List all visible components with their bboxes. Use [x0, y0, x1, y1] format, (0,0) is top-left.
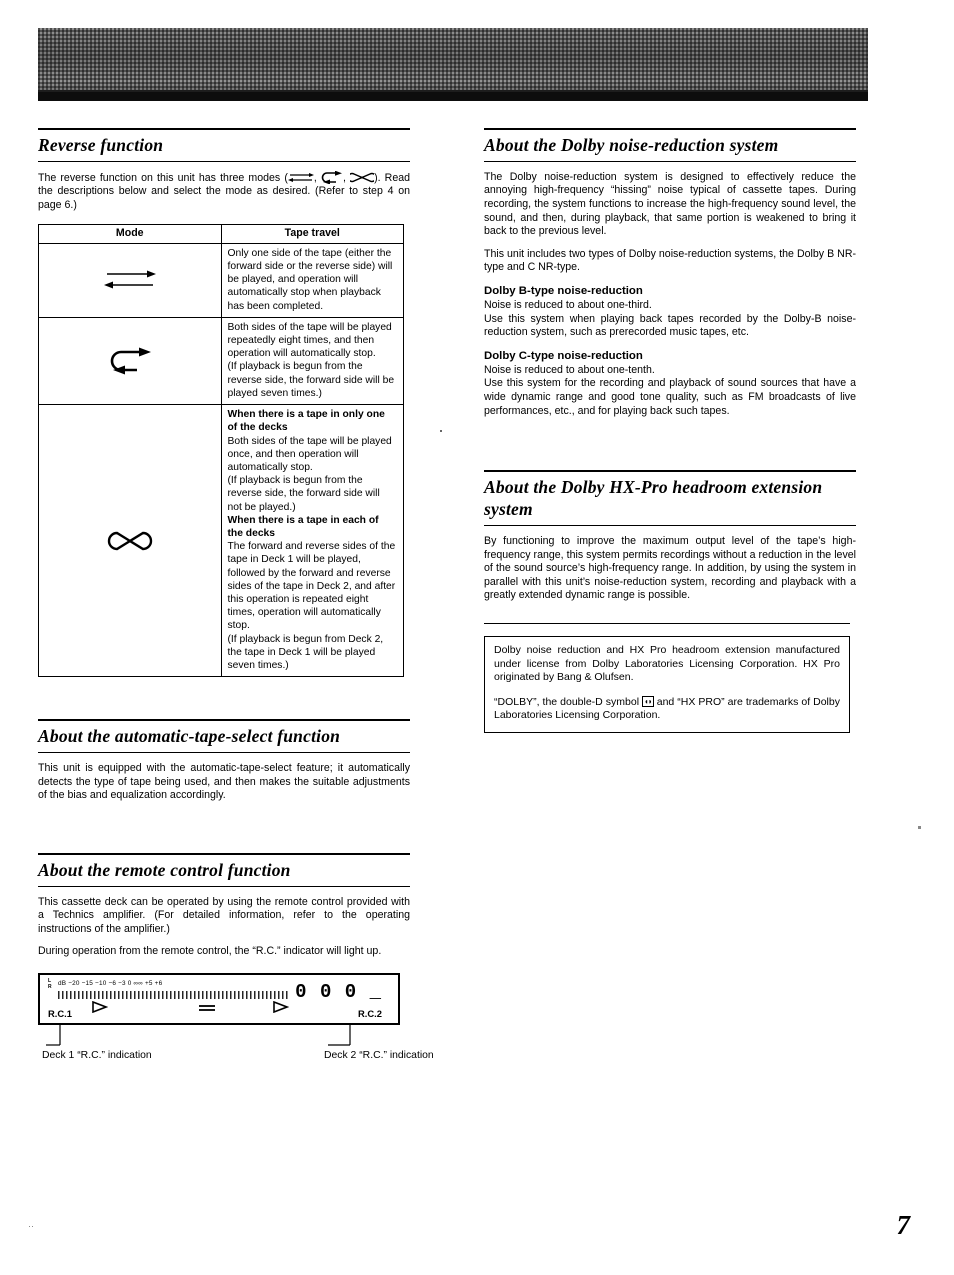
document-page: Reverse function The reverse function on…: [0, 0, 954, 1275]
play-triangle-icon: [92, 1000, 109, 1018]
reverse-intro-part3: ,: [342, 171, 351, 184]
mode-description-double-loop: When there is a tape in only one of the …: [220, 404, 404, 678]
level-meter-bars: [58, 991, 290, 1000]
remote-control-body-2: During operation from the remote control…: [38, 945, 382, 958]
table-header-mode: Mode: [38, 223, 222, 244]
subheading-dolby-c: Dolby C-type noise-reduction: [484, 349, 643, 362]
mode-description-one-way: Only one side of the tape (either the fo…: [220, 242, 404, 318]
section-title-reverse-function: Reverse function: [38, 135, 164, 155]
rule-below-title: [484, 160, 856, 162]
section-automatic-tape-select: About the automatic-tape-select function…: [38, 719, 410, 803]
table-row: When there is a tape in only one of the …: [38, 404, 404, 678]
rule-below-title: [38, 160, 410, 162]
dolby-c-body-1: Noise is reduced to about one-tenth.: [484, 363, 655, 376]
rule-below-title: [484, 524, 856, 526]
header-band-underline: [38, 92, 868, 101]
section-title-dolby-noise-reduction: About the Dolby noise-reduction system: [484, 135, 779, 155]
mode-text: Both sides of the tape will be played on…: [227, 435, 392, 473]
table-row: Both sides of the tape will be played re…: [38, 316, 404, 406]
section-dolby-noise-reduction: About the Dolby noise-reduction system T…: [484, 128, 856, 418]
double-loop-arrow-icon: [350, 172, 375, 183]
single-direction-arrows-icon: [287, 172, 314, 182]
mode-cell-double-loop: [38, 404, 222, 678]
reverse-intro-part1: The reverse function on this unit has th…: [38, 171, 288, 184]
trademark-notice-box: Dolby noise reduction and HX Pro headroo…: [484, 635, 850, 733]
rule-above-title: [484, 470, 856, 473]
rule-above-title: [38, 128, 410, 130]
mode-text: When there is a tape in each of the deck…: [227, 514, 379, 539]
channel-labels: L R: [48, 978, 52, 990]
print-speck: [440, 430, 442, 432]
left-column: Reverse function The reverse function on…: [38, 128, 434, 1061]
dolby-nr-body-2: This unit includes two types of Dolby no…: [484, 247, 856, 274]
mode-text: Only one side of the tape (either the fo…: [227, 247, 393, 312]
trademark-paragraph-2: “DOLBY”, the double-D symbol ◖◗ and “HX …: [494, 695, 840, 723]
rule-above-title: [38, 852, 410, 855]
rule-above-title: [484, 128, 856, 130]
header-decorative-band: [38, 28, 868, 100]
play-triangle-icon: [273, 1000, 290, 1018]
subheading-dolby-b: Dolby B-type noise-reduction: [484, 285, 643, 298]
reverse-intro-part2: ,: [313, 171, 321, 184]
single-direction-arrows-icon: [103, 270, 156, 289]
table-header-tape-travel: Tape travel: [220, 223, 404, 244]
mode-text: (If playback is begun from the reverse s…: [227, 361, 395, 399]
mode-text: The forward and reverse sides of the tap…: [227, 541, 396, 632]
right-column: About the Dolby noise-reduction system T…: [484, 128, 856, 733]
mode-text: Both sides of the tape will be played re…: [227, 321, 392, 360]
rule-above-title: [38, 719, 410, 722]
mode-text: (If playback is begun from Deck 2, the t…: [227, 633, 384, 671]
double-loop-arrow-icon: [107, 531, 152, 550]
callout-deck1: Deck 1 “R.C.” indication: [42, 1050, 152, 1062]
print-speck: [918, 826, 921, 829]
hx-pro-body: By functioning to improve the maximum ou…: [484, 534, 856, 602]
rule-below-title: [38, 752, 410, 754]
remote-display-figure: L R dB −20 −15 −10 −6 −3 0 ∞∞ +5 +6 0 0 …: [38, 973, 434, 1061]
dolby-nr-body-1: The Dolby noise-reduction system is desi…: [484, 170, 856, 238]
callout-deck2: Deck 2 “R.C.” indication: [324, 1050, 434, 1062]
dolby-b-body-2: Use this system when playing back tapes …: [484, 312, 856, 339]
section-hx-pro: About the Dolby HX-Pro headroom extensio…: [484, 470, 856, 603]
mode-text: When there is a tape in only one of the …: [227, 409, 385, 434]
section-title-remote-control: About the remote control function: [38, 859, 291, 880]
table-header-row: Mode Tape travel: [38, 223, 404, 244]
deck-display-panel: L R dB −20 −15 −10 −6 −3 0 ∞∞ +5 +6 0 0 …: [38, 973, 400, 1026]
double-d-symbol-icon: ◖◗: [642, 695, 654, 707]
mode-text: (If playback is begun from the reverse s…: [227, 475, 380, 513]
mode-cell-loop: [38, 316, 222, 406]
dolby-b-body-1: Noise is reduced to about one-third.: [484, 299, 652, 312]
section-remote-control: About the remote control function This c…: [38, 852, 434, 1061]
table-row: Only one side of the tape (either the fo…: [38, 242, 404, 318]
remote-control-body-1: This cassette deck can be operated by us…: [38, 895, 410, 935]
loop-arrow-icon: [110, 347, 151, 375]
section-title-automatic-tape-select: About the automatic-tape-select function: [38, 726, 341, 747]
dolby-c-body-2: Use this system for the recording and pl…: [484, 377, 856, 417]
reverse-mode-table: Mode Tape travel Only one side of the ta…: [38, 223, 404, 678]
channel-label-right: R: [48, 984, 52, 991]
page-number: 7: [896, 1210, 911, 1240]
trademark-paragraph-1: Dolby noise reduction and HX Pro headroo…: [494, 643, 840, 684]
trademark-text-before-symbol: “DOLBY”, the double-D symbol: [494, 695, 643, 708]
double-bar-icon: [198, 1001, 216, 1016]
rc1-indicator-label: R.C.1: [48, 1008, 72, 1020]
corner-print-mark: ··: [28, 1221, 34, 1231]
divider-above-trademark-box: [484, 622, 850, 624]
mode-description-loop: Both sides of the tape will be played re…: [220, 316, 404, 406]
counter-digits: 0 0 0 _: [295, 981, 382, 1004]
loop-arrow-icon: [321, 170, 342, 184]
automatic-tape-select-body: This unit is equipped with the automatic…: [38, 762, 410, 802]
section-title-hx-pro: About the Dolby HX-Pro headroom extensio…: [484, 477, 823, 520]
mode-cell-one-way: [38, 242, 222, 318]
rule-below-title: [38, 885, 410, 887]
reverse-function-intro: The reverse function on this unit has th…: [38, 170, 410, 213]
section-reverse-function: Reverse function The reverse function on…: [38, 128, 410, 678]
level-meter-scale: dB −20 −15 −10 −6 −3 0 ∞∞ +5 +6: [58, 980, 163, 988]
rc2-indicator-label: R.C.2: [358, 1008, 382, 1020]
deck-indicator-row: R.C.1 R.C.2: [48, 1000, 390, 1020]
